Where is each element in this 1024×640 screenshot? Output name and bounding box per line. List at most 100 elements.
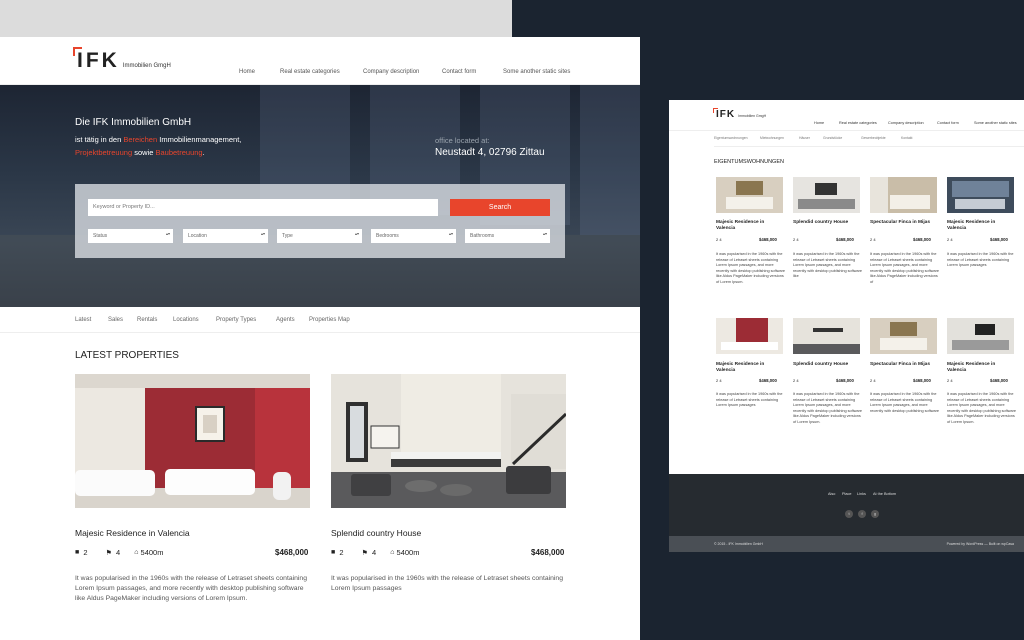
nav-static-sites[interactable]: Some another static sites [974, 121, 1017, 125]
keyword-input[interactable]: Keyword or Property ID... [88, 199, 438, 216]
site-footer: Also Place Links At the Bottom t f g [669, 474, 1024, 536]
property-image[interactable] [716, 318, 783, 354]
card-meta: 2 4 [716, 378, 722, 383]
subnav-latest[interactable]: Latest [75, 317, 91, 323]
card-title[interactable]: Majesic Residence in Valencia [947, 220, 1015, 232]
facebook-icon[interactable]: f [858, 510, 866, 518]
subnav-property-types[interactable]: Property Types [216, 317, 256, 323]
card-price: $468,000 [836, 378, 854, 383]
subnav-agents[interactable]: Agents [276, 317, 295, 323]
card-title[interactable]: Majesic Residence in Valencia [716, 220, 784, 232]
logo-mark: IFK [73, 47, 120, 72]
subnav-haeuser[interactable]: Häuser [799, 136, 810, 140]
card-description: It was popularised in the 1960s with the… [947, 252, 1014, 267]
nav-company-description[interactable]: Company description [363, 69, 419, 75]
footer-link-also[interactable]: Also [828, 492, 835, 496]
nav-static-sites[interactable]: Some another static sites [503, 69, 570, 75]
card-price: $468,000 [759, 237, 777, 242]
bedrooms-select[interactable]: Bedrooms [371, 229, 456, 243]
location-select[interactable]: Location [183, 229, 268, 243]
card-title[interactable]: Splendid country House [331, 528, 421, 538]
search-button[interactable]: Search [450, 199, 550, 216]
bathrooms-select[interactable]: Bathrooms [465, 229, 550, 243]
office-label: office located at: [435, 136, 490, 145]
property-image[interactable] [793, 177, 860, 213]
latest-heading: LATEST PROPERTIES [75, 350, 179, 361]
google-plus-icon[interactable]: g [871, 510, 879, 518]
property-image[interactable] [947, 177, 1014, 213]
card-description: It was popularised in the 1960s with the… [716, 392, 783, 407]
subnav-eigentumswohnungen[interactable]: Eigentumswohnungen [714, 136, 748, 140]
footer-bottom-bar: © 2015 - IFK Immobilien GmbH Powered by … [669, 536, 1024, 552]
property-subnav: Latest Sales Rentals Locations Property … [0, 307, 640, 333]
card-description: It was popularised in the 1960s with the… [75, 575, 307, 602]
footer-link-place[interactable]: Place [842, 492, 852, 496]
status-select[interactable]: Status [88, 229, 173, 243]
card-title[interactable]: Spectacular Finca in Mijas [870, 220, 938, 226]
card-price: $468,000 [990, 378, 1008, 383]
hero-line-1: ist tätig in den Bereichen Immobilienman… [75, 135, 242, 144]
card-title[interactable]: Majesic Residence in Valencia [716, 362, 784, 374]
category-page-mockup: IFK Immobilien GmgH Home Real estate cat… [669, 100, 1024, 552]
card-meta: ■ 2 ⚑ 4 ⌂ 5400m [75, 548, 164, 557]
copyright: © 2015 - IFK Immobilien GmbH [714, 542, 763, 546]
hero-title: Die IFK Immobilien GmbH [75, 117, 192, 128]
card-title[interactable]: Majesic Residence in Valencia [947, 362, 1015, 374]
footer-link-links[interactable]: Links [857, 492, 866, 496]
footer-link-at-the-bottom[interactable]: At the Bottom [873, 492, 896, 496]
card-price: $468,000 [913, 378, 931, 383]
subnav-mietwohnungen[interactable]: Mietwohnungen [760, 136, 784, 140]
twitter-icon[interactable]: t [845, 510, 853, 518]
card-title[interactable]: Splendid country House [793, 220, 861, 226]
nav-contact-form[interactable]: Contact form [937, 121, 959, 125]
subnav-sales[interactable]: Sales [108, 317, 123, 323]
nav-contact-form[interactable]: Contact form [442, 69, 476, 75]
nav-company-description[interactable]: Company description [888, 121, 924, 125]
card-price: $468,000 [836, 237, 854, 242]
nav-real-estate-categories[interactable]: Real estate categories [839, 121, 877, 125]
card-description: It was popularised in the 1960s with the… [870, 252, 940, 284]
bed-icon: ■ [331, 549, 336, 556]
subnav-rentals[interactable]: Rentals [137, 317, 157, 323]
property-image[interactable] [716, 177, 783, 213]
subnav-properties-map[interactable]: Properties Map [309, 317, 350, 323]
main-page-mockup: IFK Immobilien GmgH Home Real estate cat… [0, 37, 640, 640]
card-description: It was popularised in the 1960s with the… [870, 392, 940, 413]
card-price: $468,000 [990, 237, 1008, 242]
property-image[interactable] [870, 318, 937, 354]
card-meta: ■ 2 ⚑ 4 ⌂ 5400m [331, 548, 420, 557]
search-panel: Keyword or Property ID... Search Status … [75, 184, 565, 258]
property-image[interactable] [331, 374, 566, 508]
card-meta: 2 4 [947, 237, 953, 242]
card-meta: 2 4 [793, 237, 799, 242]
card-title[interactable]: Splendid country House [793, 362, 861, 368]
card-meta: 2 4 [716, 237, 722, 242]
subnav-gewerbeobjekte[interactable]: Gewerbeobjekte [861, 136, 886, 140]
office-address: Neustadt 4, 02796 Zittau [435, 147, 545, 158]
card-price: $468,000 [913, 237, 931, 242]
card-title[interactable]: Spectacular Finca in Mijas [870, 362, 938, 368]
hero-line-2: Projektbetreuung sowie Baubetreuung. [75, 148, 205, 157]
property-image[interactable] [870, 177, 937, 213]
bath-icon: ⚑ [105, 549, 112, 557]
property-image[interactable] [75, 374, 310, 508]
nav-home[interactable]: Home [239, 69, 255, 75]
card-title[interactable]: Majesic Residence in Valencia [75, 528, 190, 538]
powered-by: Powered by WordPress — Built on wpCasa [946, 542, 1014, 546]
nav-home[interactable]: Home [814, 121, 824, 125]
type-select[interactable]: Type [277, 229, 362, 243]
logo[interactable]: IFK Immobilien GmgH [712, 108, 766, 120]
card-meta: 2 4 [947, 378, 953, 383]
category-heading: EIGENTUMSWOHNUNGEN [714, 159, 784, 165]
logo[interactable]: IFK Immobilien GmgH [73, 47, 171, 72]
property-image[interactable] [947, 318, 1014, 354]
subnav-locations[interactable]: Locations [173, 317, 199, 323]
card-description: It was popularised in the 1960s with the… [716, 252, 786, 284]
property-image[interactable] [793, 318, 860, 354]
card-price: $468,000 [275, 548, 309, 557]
nav-real-estate-categories[interactable]: Real estate categories [280, 69, 340, 75]
card-meta: 2 4 [870, 378, 876, 383]
subnav-grundstuecke[interactable]: Grundstücke [823, 136, 842, 140]
card-price: $468,000 [759, 378, 777, 383]
subnav-kontakt[interactable]: Kontakt [901, 136, 913, 140]
